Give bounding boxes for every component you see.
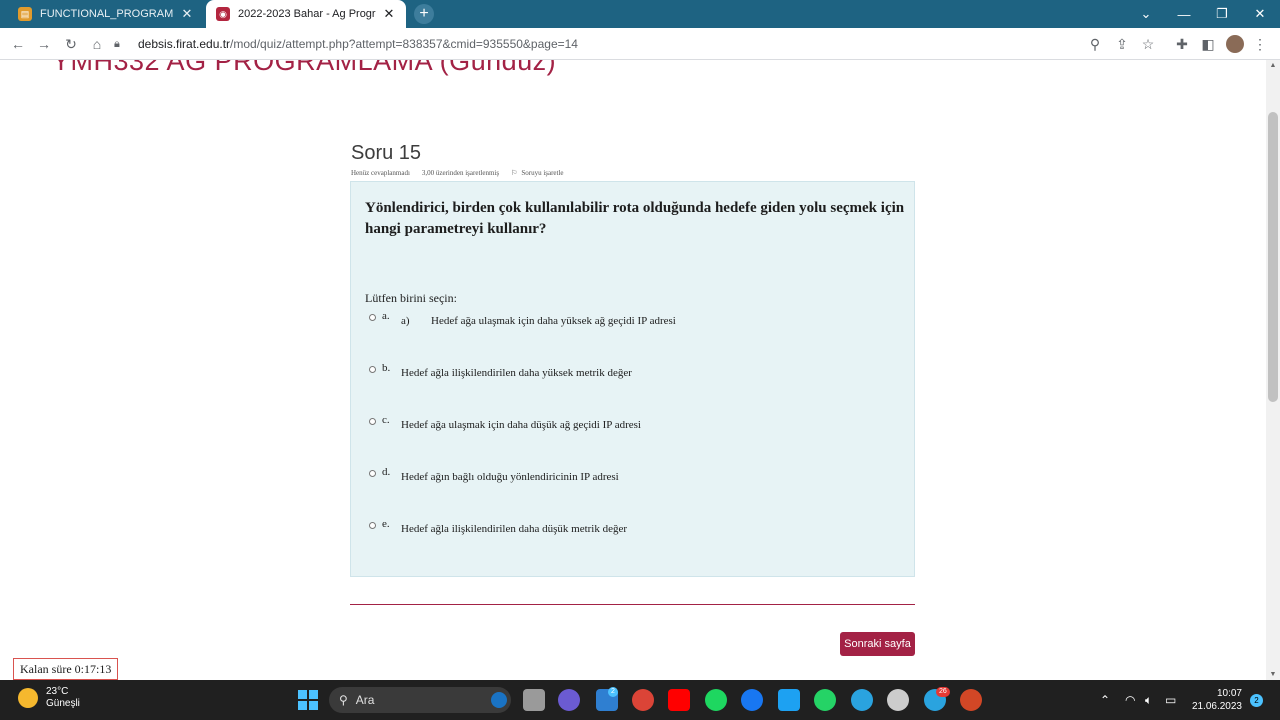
mail-badge: 2 [608,687,618,697]
wifi-icon[interactable]: ◠ [1125,680,1135,720]
battery-icon[interactable]: ▭ [1165,680,1176,720]
page-scrollbar[interactable]: ▲ ▼ [1266,60,1280,680]
question-box: Yönlendirici, birden çok kullanılabilir … [350,181,915,577]
notification-count-badge[interactable]: 2 [1250,694,1263,707]
start-windows-icon[interactable] [298,690,318,710]
search-icon: ⚲ [339,693,348,707]
option-letter: e. [382,518,390,530]
weather-widget[interactable]: 23°C Güneşli [18,686,80,710]
scroll-down-arrow-icon[interactable]: ▼ [1266,671,1280,678]
quiz-timer: Kalan süre 0:17:13 [13,658,119,680]
tab-close-icon[interactable]: ✕ [180,6,194,22]
facebook-icon[interactable] [741,689,763,711]
lock-icon: 🔒︎ [114,37,120,50]
spotify-icon[interactable] [705,689,727,711]
volume-icon[interactable]: 🔈︎ [1145,680,1152,720]
option-prefix: a) [401,315,410,327]
profile-avatar[interactable] [1226,35,1244,53]
option-label: Hedef ağa ulaşmak için daha yüksek ağ ge… [431,315,676,327]
radio-button[interactable] [369,366,376,373]
twitter-icon[interactable] [778,689,800,711]
scrollbar-thumb[interactable] [1268,112,1278,402]
question-marks: 3,00 üzerinden işaretlenmiş [421,169,500,177]
answer-prompt: Lütfen birini seçin: [365,291,457,305]
tray-chevron-up-icon[interactable]: ⌃ [1100,680,1110,720]
course-title: YMH332 AĞ PROGRAMLAMA (Gündüz) [52,60,557,76]
flag-question-link[interactable]: ⚐ Soruyu işaretle [511,169,563,177]
new-tab-button[interactable]: + [414,4,434,24]
browser-toolbar: ← → ↻ ⌂ 🔒︎ debsis.firat.edu.tr/mod/quiz/… [0,28,1280,60]
zoom-icon[interactable]: ⚲ [1085,34,1105,54]
powerpoint-icon[interactable] [960,689,982,711]
option-letter: b. [382,362,391,374]
flag-icon: ⚐ [511,169,518,177]
task-view-icon[interactable] [523,689,545,711]
question-heading: Soru 15 [351,142,422,164]
youtube-icon[interactable] [668,689,690,711]
tab-functional-programming[interactable]: ▤ FUNCTIONAL_PROGRAMMING.i ✕ [8,0,204,28]
question-text: Yönlendirici, birden çok kullanılabilir … [365,200,905,237]
option-label: Hedef ağla ilişkilendirilen daha yüksek … [401,367,632,379]
radio-button[interactable] [369,418,376,425]
option-label: Hedef ağın bağlı olduğu yönlendiricinin … [401,471,619,483]
browser-tab-bar: ▤ FUNCTIONAL_PROGRAMMING.i ✕ ◉ 2022-2023… [0,0,1280,28]
weather-condition: Güneşli [46,698,80,709]
temperature: 23°C [46,686,69,697]
teams-chat-icon[interactable] [558,689,580,711]
home-icon[interactable]: ⌂ [87,34,107,54]
telegram-badge: 26 [936,687,950,697]
next-page-button[interactable]: Sonraki sayfa [840,632,915,656]
scroll-up-arrow-icon[interactable]: ▲ [1266,62,1280,69]
quiz-page: YMH332 AĞ PROGRAMLAMA (Gündüz) Soru 15 H… [0,60,1266,680]
search-placeholder: Ara [355,693,375,707]
option-letter: d. [382,466,391,478]
maximize-button[interactable]: ❐ [1203,0,1241,28]
radio-button[interactable] [369,314,376,321]
tab-favicon-icon: ▤ [18,7,32,21]
close-window-button[interactable]: ✕ [1241,0,1279,28]
extensions-puzzle-icon[interactable]: ✚ [1172,34,1192,54]
bookmark-star-icon[interactable]: ☆ [1138,34,1158,54]
tab-search-chevron-icon[interactable]: ⌄ [1127,0,1165,28]
menu-kebab-icon[interactable]: ⋮ [1250,34,1270,54]
url-path: /mod/quiz/attempt.php?attempt=838357&cmi… [230,37,578,51]
settings-gear-icon[interactable] [887,689,909,711]
option-label: Hedef ağa ulaşmak için daha düşük ağ geç… [401,419,641,431]
reload-icon[interactable]: ↻ [61,34,81,54]
option-letter: a. [382,310,390,322]
minimize-button[interactable]: — [1165,0,1203,28]
radio-button[interactable] [369,522,376,529]
option-letter: c. [382,414,390,426]
question-status: Henüz cevaplanmadı [351,169,410,177]
taskbar-search[interactable]: ⚲ Ara [329,687,511,713]
radio-button[interactable] [369,470,376,477]
question-info: Henüz cevaplanmadı 3,00 üzerinden işaret… [351,169,564,177]
forward-arrow-icon[interactable]: → [34,34,54,54]
side-panel-icon[interactable]: ◧ [1198,34,1218,54]
option-label: Hedef ağla ilişkilendirilen daha düşük m… [401,523,628,535]
clock-time: 10:07 [1216,688,1242,699]
url-host: debsis.firat.edu.tr [138,37,231,51]
taskbar: 23°C Güneşli ⚲ Ara 2 26 ⌃ ◠ 🔈︎ ▭ 10:07 2… [0,680,1280,720]
telegram-icon[interactable] [851,689,873,711]
share-icon[interactable]: ⇪ [1112,34,1132,54]
clock-date: 21.06.2023 [1191,701,1242,712]
whatsapp-icon[interactable] [814,689,836,711]
option-text: a) Hedef ağa ulaşmak için daha yüksek ağ … [401,315,676,327]
tab-close-icon[interactable]: ✕ [382,6,396,22]
bing-icon[interactable] [491,692,507,708]
section-divider [350,604,915,605]
back-arrow-icon[interactable]: ← [8,34,28,54]
chrome-icon[interactable] [632,689,654,711]
tab-favicon-icon: ◉ [216,7,230,21]
tab-quiz[interactable]: ◉ 2022-2023 Bahar - Ag Programla ✕ [206,0,406,28]
sun-icon [18,688,38,708]
flag-label: Soruyu işaretle [521,169,564,177]
tab-label: 2022-2023 Bahar - Ag Programla [238,8,376,20]
tab-label: FUNCTIONAL_PROGRAMMING.i [40,8,174,20]
system-clock[interactable]: 10:07 21.06.2023 [1188,687,1242,713]
